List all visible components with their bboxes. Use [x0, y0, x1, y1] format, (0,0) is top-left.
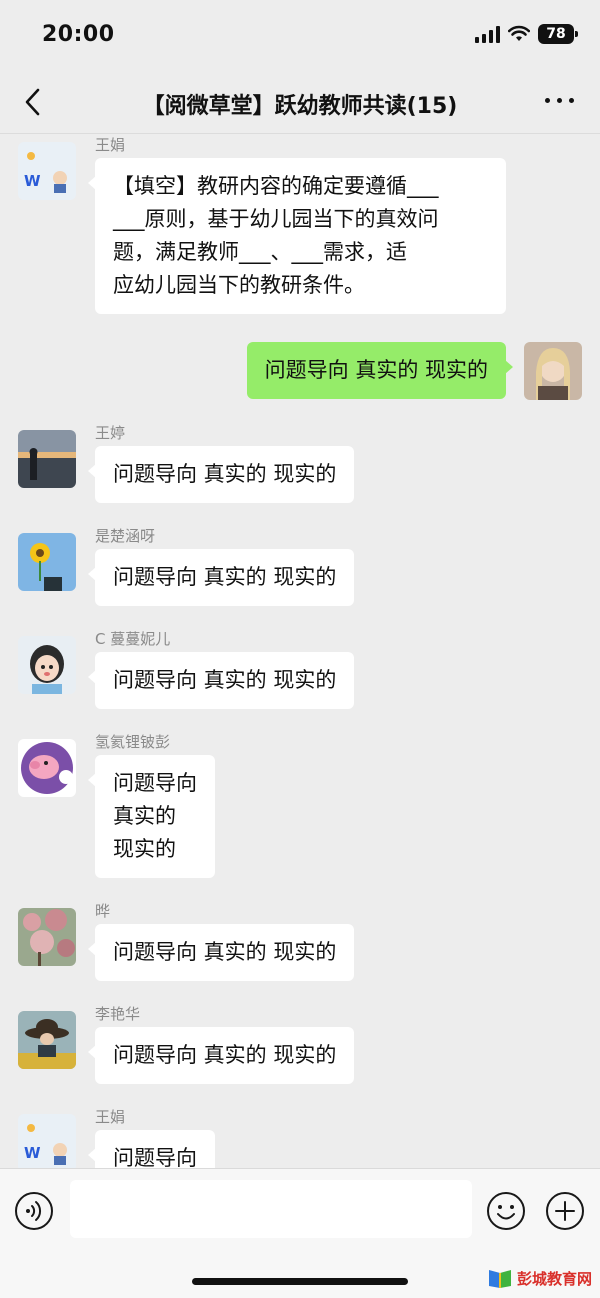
more-dots-icon[interactable] [545, 98, 574, 103]
svg-text:W: W [24, 172, 41, 190]
nav-bar: 【阅微草堂】跃幼教师共读(15) [0, 72, 600, 134]
emoji-icon[interactable] [486, 1191, 526, 1231]
svg-text:W: W [24, 1144, 41, 1162]
message-bubble[interactable]: 问题导向 真实的 现实的 [87, 924, 355, 981]
sender-name: 王娟 [95, 1108, 126, 1126]
avatar[interactable]: W [18, 142, 76, 200]
avatar[interactable] [18, 636, 76, 694]
book-logo-icon [488, 1269, 511, 1288]
status-time: 20:00 [42, 22, 115, 47]
status-icons: 78 [475, 24, 578, 44]
plus-icon[interactable] [545, 1191, 585, 1231]
avatar[interactable]: W [18, 1114, 76, 1168]
battery-indicator: 78 [538, 24, 578, 44]
voice-icon[interactable] [14, 1191, 54, 1231]
message-bubble[interactable]: 问题导向 真实的 现实的 [87, 446, 355, 503]
sender-name: 晔 [95, 902, 111, 920]
chevron-left-icon[interactable] [20, 86, 48, 118]
wifi-icon [508, 25, 530, 41]
message-bubble-self[interactable]: 问题导向 真实的 现实的 [246, 342, 514, 399]
message-bubble[interactable]: 问题导向 真实的 现实的 [87, 549, 355, 606]
message-bubble[interactable]: 问题导向 [88, 1130, 215, 1168]
message-bubble[interactable]: 问题导向 真实的 现实的 [88, 755, 215, 878]
home-indicator [192, 1278, 408, 1285]
avatar[interactable] [18, 533, 76, 591]
sender-name: 氢氦锂铍彭 [95, 733, 171, 751]
chat-message-list[interactable]: W 王娟 【填空】教研内容的确定要遵循___ ___原则，基于幼儿园当下的真效问… [0, 134, 600, 1168]
message-bubble[interactable]: 问题导向 真实的 现实的 [87, 1027, 355, 1084]
chat-title: 【阅微草堂】跃幼教师共读(15) [142, 94, 458, 119]
avatar[interactable] [18, 908, 76, 966]
watermark: 彭城教育网 [487, 1268, 592, 1289]
avatar[interactable] [18, 430, 76, 488]
message-bubble[interactable]: 【填空】教研内容的确定要遵循___ ___原则，基于幼儿园当下的真效问 题，满足… [88, 158, 506, 314]
signal-icon [475, 25, 500, 43]
avatar[interactable] [18, 739, 76, 797]
message-bubble[interactable]: 问题导向 真实的 现实的 [87, 652, 355, 709]
sender-name: 王婷 [95, 424, 126, 442]
watermark-text: 彭城教育网 [516, 1270, 592, 1288]
status-bar: 20:00 78 [0, 0, 600, 72]
sender-name: C 蔓蔓妮儿 [95, 630, 171, 648]
sender-name: 是楚涵呀 [95, 527, 156, 545]
sender-name: 李艳华 [95, 1005, 141, 1023]
avatar-self[interactable] [524, 342, 582, 400]
message-input[interactable] [70, 1180, 472, 1238]
sender-name: 王娟 [95, 136, 126, 154]
avatar[interactable] [18, 1011, 76, 1069]
